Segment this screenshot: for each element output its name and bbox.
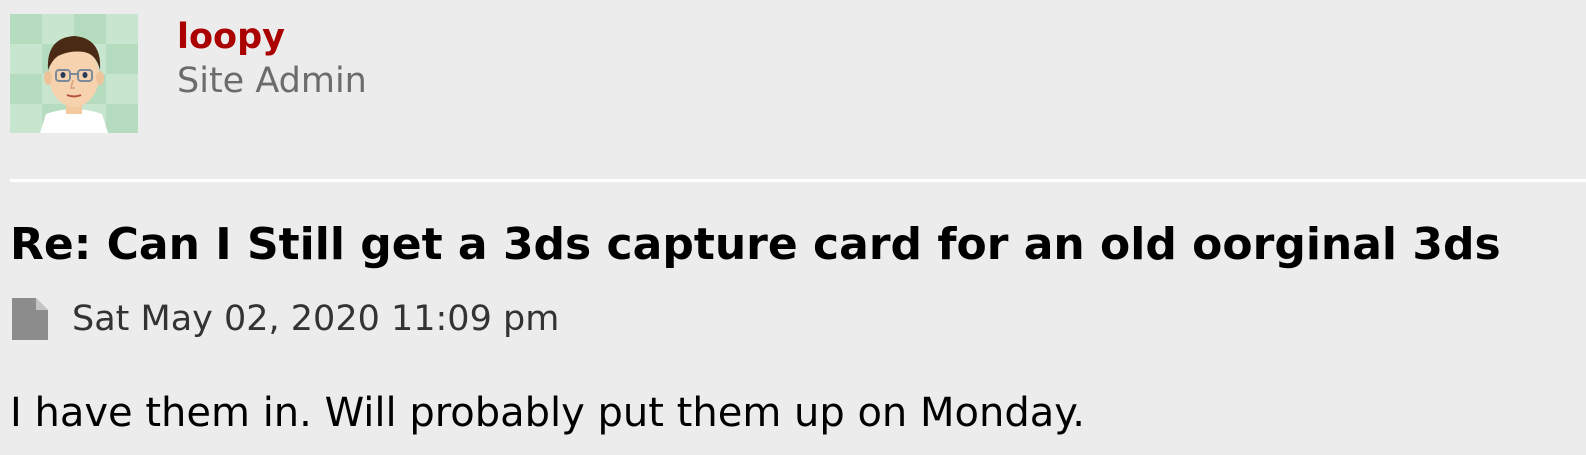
post-author-username[interactable]: loopy [177, 13, 285, 61]
post-divider [10, 179, 1586, 182]
post-author-rank: Site Admin [177, 61, 367, 101]
post-content: I have them in. Will probably put them u… [10, 390, 1085, 436]
forum-post: loopy Site Admin Re: Can I Still get a 3… [0, 0, 1586, 455]
mii-avatar-icon[interactable] [10, 14, 138, 133]
post-date: Sat May 02, 2020 11:09 pm [72, 299, 560, 339]
document-icon[interactable] [12, 298, 48, 340]
post-title[interactable]: Re: Can I Still get a 3ds capture card f… [10, 215, 1501, 275]
